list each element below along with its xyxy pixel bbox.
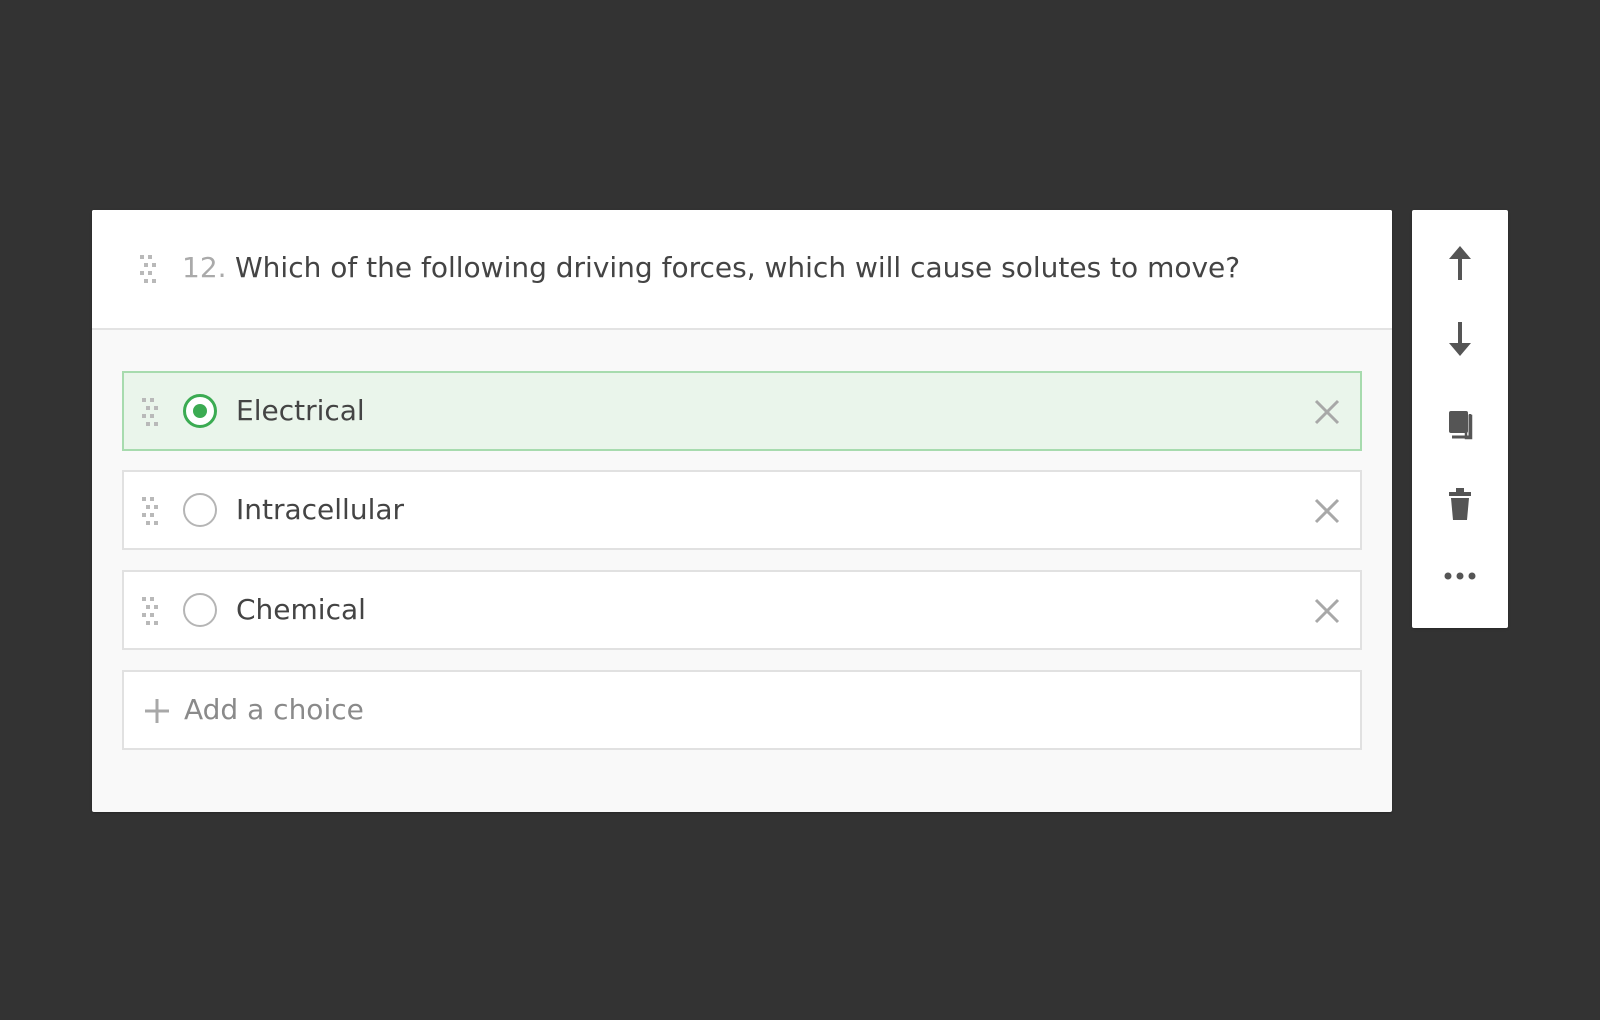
drag-handle-icon[interactable] <box>142 398 164 428</box>
drag-handle-icon[interactable] <box>140 255 162 285</box>
question-number: 12. <box>182 251 227 284</box>
duplicate-icon[interactable] <box>1436 400 1484 448</box>
editor-canvas: 12. Which of the following driving force… <box>0 0 1600 1020</box>
choice-label[interactable]: Intracellular <box>236 490 404 530</box>
choice-label[interactable]: Chemical <box>236 590 366 630</box>
choice-item[interactable]: Chemical <box>122 570 1362 650</box>
remove-choice-icon[interactable] <box>1312 496 1342 526</box>
remove-choice-icon[interactable] <box>1312 596 1342 626</box>
choice-radio[interactable] <box>183 593 217 627</box>
add-choice-label: Add a choice <box>184 693 364 726</box>
question-card: 12. Which of the following driving force… <box>92 210 1392 812</box>
more-icon[interactable] <box>1436 552 1484 600</box>
question-header[interactable]: 12. Which of the following driving force… <box>92 210 1392 330</box>
drag-handle-icon[interactable] <box>142 497 164 527</box>
plus-icon <box>145 699 169 723</box>
choice-label[interactable]: Electrical <box>236 391 365 431</box>
question-toolbar <box>1412 210 1508 628</box>
drag-handle-icon[interactable] <box>142 597 164 627</box>
remove-choice-icon[interactable] <box>1312 397 1342 427</box>
choice-radio[interactable] <box>183 493 217 527</box>
choice-item[interactable]: Intracellular <box>122 470 1362 550</box>
choice-radio-selected[interactable] <box>183 394 217 428</box>
add-choice-button[interactable]: Add a choice <box>122 670 1362 750</box>
choice-item[interactable]: Electrical <box>122 371 1362 451</box>
arrow-up-icon[interactable] <box>1436 240 1484 288</box>
question-text[interactable]: Which of the following driving forces, w… <box>235 248 1240 288</box>
trash-icon[interactable] <box>1436 480 1484 528</box>
arrow-down-icon[interactable] <box>1436 316 1484 364</box>
